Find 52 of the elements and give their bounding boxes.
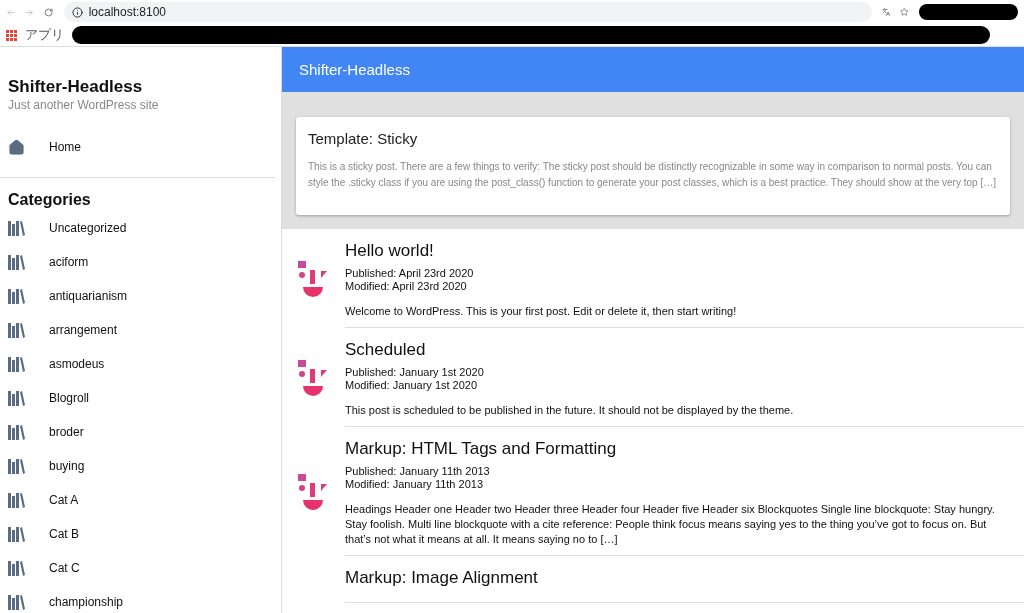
category-item[interactable]: Cat B	[0, 517, 281, 551]
category-item[interactable]: championship	[0, 585, 281, 613]
apps-grid-icon[interactable]	[6, 29, 17, 41]
post-title[interactable]: Markup: HTML Tags and Formatting	[345, 439, 1024, 459]
books-icon	[8, 560, 25, 576]
info-icon	[71, 6, 83, 18]
category-item[interactable]: arrangement	[0, 313, 281, 347]
post-title[interactable]: Hello world!	[345, 241, 1024, 261]
published-date: Published: January 11th 2013	[345, 465, 491, 478]
books-icon	[8, 356, 25, 372]
category-item[interactable]: aciform	[0, 245, 281, 279]
category-item[interactable]: buying	[0, 449, 281, 483]
header-title: Shifter-Headless	[282, 47, 1024, 92]
books-icon	[8, 390, 25, 406]
books-icon	[8, 594, 25, 610]
books-icon	[8, 220, 25, 236]
post-title[interactable]: Scheduled	[345, 340, 1024, 360]
books-icon	[8, 254, 25, 270]
category-item[interactable]: broder	[0, 415, 281, 449]
modified-date: Modified: April 23rd 2020	[345, 280, 468, 293]
books-icon	[8, 492, 25, 508]
books-icon	[8, 322, 25, 338]
books-icon	[8, 458, 25, 474]
post-title[interactable]: Markup: Image Alignment	[345, 568, 1024, 588]
category-item[interactable]: Uncategorized	[0, 211, 281, 245]
post-excerpt: This is a sticky post. There are a few things to verify: The sticky post should be distinctly recognizable in some way in comparison to normal posts. You can style the .sticky class if you are using the post_class() function to generate your post classes, which is a best practice. They should show at the very top […]	[308, 160, 997, 190]
category-item[interactable]: Cat A	[0, 483, 281, 517]
post-excerpt: Welcome to WordPress. This is your first post. Edit or delete it, then start writing!	[345, 304, 738, 319]
post-excerpt: This post is scheduled to be published in the future. It should not be displayed by the theme.	[345, 403, 795, 418]
books-icon	[8, 526, 25, 542]
books-icon	[8, 288, 25, 304]
modified-date: Modified: January 1st 2020	[345, 379, 479, 392]
post-title[interactable]: Template: Sticky	[308, 130, 998, 147]
category-item[interactable]: asmodeus	[0, 347, 281, 381]
bookmark-star-icon[interactable]	[900, 6, 909, 18]
modified-date: Modified: January 11th 2013	[345, 478, 484, 491]
category-item[interactable]: Cat C	[0, 551, 281, 585]
home-icon	[8, 138, 25, 156]
bookmarks-label[interactable]: アプリ	[25, 26, 64, 44]
published-date: Published: April 23rd 2020	[345, 267, 475, 280]
address-bar[interactable]: localhost:8100	[63, 2, 872, 22]
reload-icon[interactable]	[44, 5, 54, 19]
nav-item[interactable]: Home	[0, 130, 281, 164]
category-item[interactable]: Blogroll	[0, 381, 281, 415]
category-item[interactable]: antiquarianism	[0, 279, 281, 313]
site-tagline: Just another WordPress site	[7, 97, 160, 112]
translate-icon[interactable]	[881, 6, 891, 18]
published-date: Published: January 1st 2020	[345, 366, 485, 379]
books-icon	[8, 424, 25, 440]
post-excerpt: Headings Header one Header two Header three Header four Header five Header six Blockquotes Single line blockquote: Stay hungry. Stay foolish. Multi line blockquote with a cite reference: People think focus means saying yes to the thing you’ve got to focus on. But that’s not what it means at all. It means saying no to […]	[345, 502, 996, 547]
site-title: Shifter-Headless	[7, 76, 144, 97]
categories-heading: Categories	[7, 191, 92, 210]
